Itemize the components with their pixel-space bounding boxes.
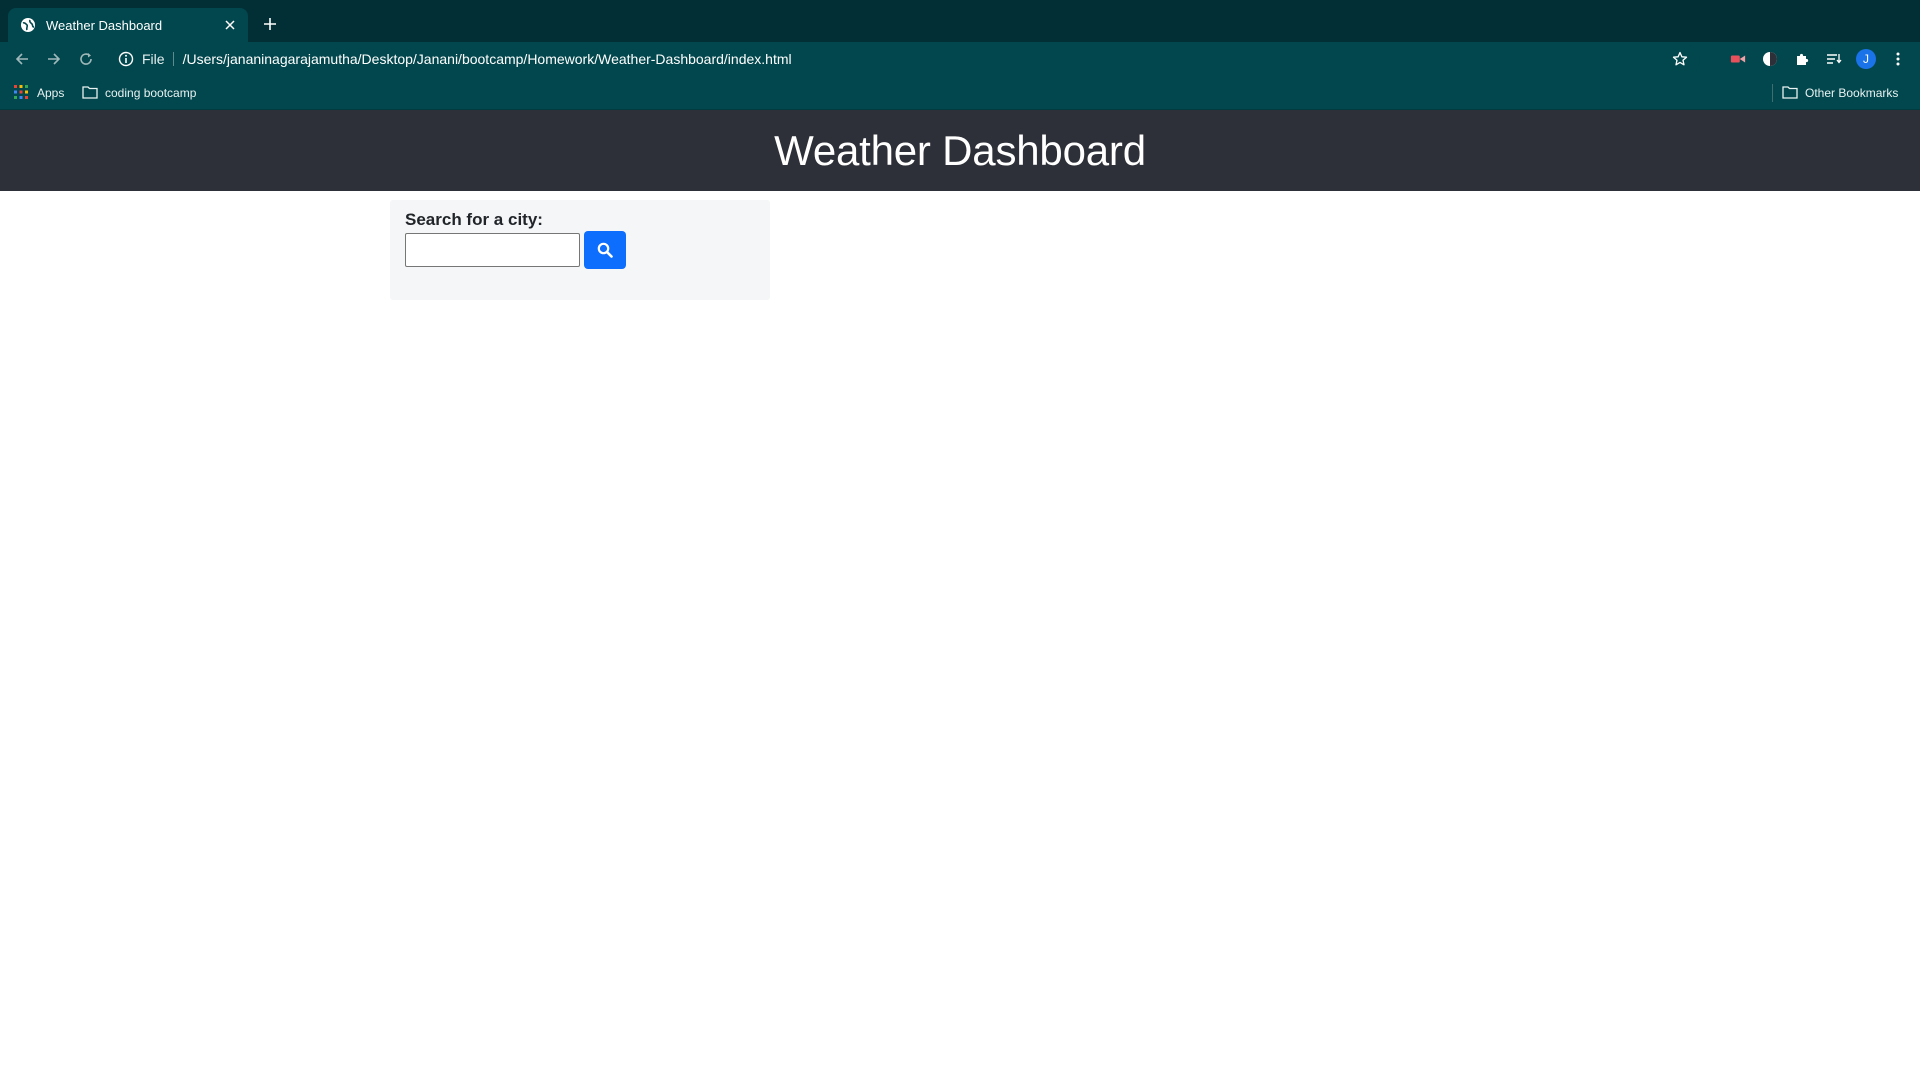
address-bar[interactable]: File /Users/jananinagarajamutha/Desktop/… [110,45,1700,73]
extension-record-icon[interactable] [1730,51,1746,67]
tab-title: Weather Dashboard [46,17,163,33]
globe-icon [20,17,36,33]
url-text[interactable]: /Users/jananinagarajamutha/Desktop/Janan… [174,51,792,67]
forward-arrow-icon[interactable] [44,49,64,69]
folder-icon [82,85,98,101]
browser-tab-strip: Weather Dashboard [0,0,1920,42]
more-vertical-icon[interactable] [1890,49,1906,69]
back-arrow-icon[interactable] [12,49,32,69]
search-icon [597,242,613,258]
bookmark-folder-label: coding bootcamp [105,86,197,100]
folder-icon [1782,85,1798,101]
city-search-input[interactable] [405,233,580,267]
bookmarks-bar: Apps coding bootcamp Other Bookmarks [0,76,1920,110]
bookmark-apps-label: Apps [37,86,65,100]
page-title: Weather Dashboard [774,126,1146,174]
url-scheme-label: File [142,52,174,66]
other-bookmarks-label: Other Bookmarks [1805,86,1899,100]
new-tab-button[interactable] [260,14,280,34]
bookmarks-divider [1772,84,1773,102]
reading-list-icon[interactable] [1826,51,1842,67]
close-icon[interactable] [222,17,238,33]
bookmark-other-bookmarks[interactable]: Other Bookmarks [1782,84,1898,102]
apps-grid-icon [14,85,30,101]
bookmark-star-icon[interactable] [1672,51,1688,67]
search-panel: Search for a city: [390,200,770,300]
browser-toolbar: File /Users/jananinagarajamutha/Desktop/… [0,42,1920,76]
info-icon[interactable] [118,51,134,67]
extensions-puzzle-icon[interactable] [1794,51,1810,67]
extension-contrast-icon[interactable] [1762,51,1778,67]
bookmark-apps[interactable]: Apps [14,84,64,102]
bookmark-folder-coding-bootcamp[interactable]: coding bootcamp [82,84,196,102]
page-header: Weather Dashboard [0,110,1920,191]
profile-avatar[interactable]: J [1856,49,1876,69]
search-label: Search for a city: [405,210,543,229]
browser-tab[interactable]: Weather Dashboard [8,8,248,42]
search-button[interactable] [584,231,626,269]
reload-icon[interactable] [76,49,96,69]
